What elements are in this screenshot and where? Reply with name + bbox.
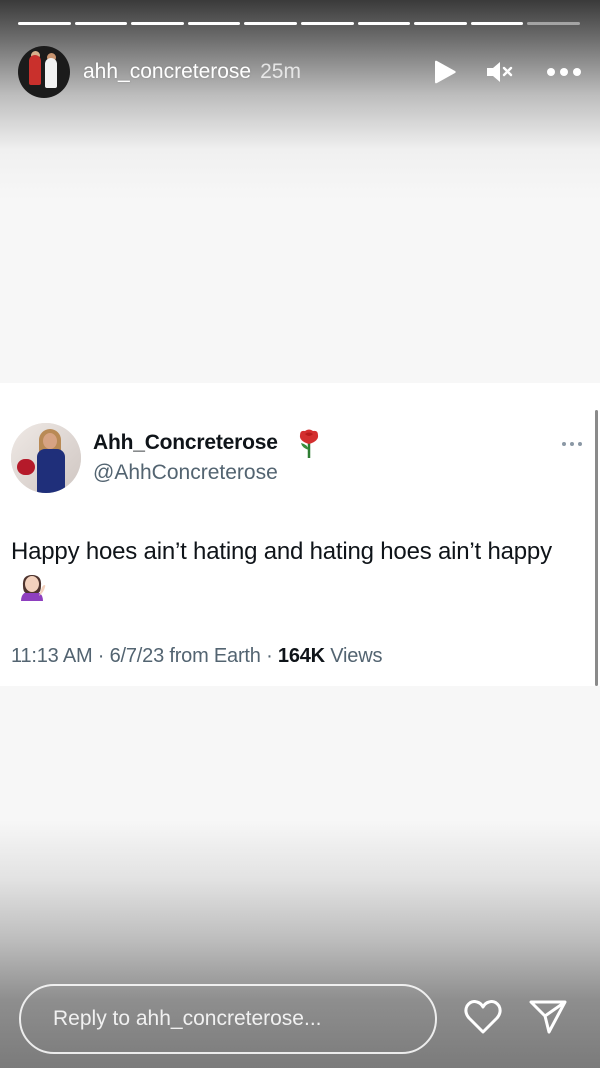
tweet-meta: 11:13 AM · 6/7/23 from Earth · 164K View… [11, 645, 382, 668]
story-username[interactable]: ahh_concreterose [83, 60, 251, 84]
progress-segment [470, 22, 524, 25]
tweet-timestamp: 11:13 AM · 6/7/23 from Earth · [11, 645, 278, 667]
tweet-handle: @AhhConcreterose [93, 461, 278, 484]
tweet-views-count: 164K [277, 645, 325, 667]
progress-segment [18, 22, 71, 25]
rose-emoji-icon [296, 428, 322, 465]
tweet-display-name: Ahh_Concreterose [93, 431, 278, 454]
story-header: ahh_concreterose 25m [18, 46, 582, 98]
tweet-more-icon[interactable] [561, 434, 583, 452]
progress-segment [527, 22, 580, 25]
tweet-text: Happy hoes ain’t hating and hating hoes … [11, 533, 571, 613]
progress-segment [244, 22, 297, 25]
profile-avatar[interactable] [18, 46, 70, 98]
more-options-icon[interactable] [546, 56, 582, 88]
progress-segment [414, 22, 467, 25]
tweet-author-avatar [11, 423, 81, 493]
play-icon[interactable] [430, 56, 462, 88]
send-icon[interactable] [528, 998, 568, 1036]
story-timestamp: 25m [260, 60, 301, 83]
progress-segment [74, 22, 128, 25]
tweet-body: Happy hoes ain’t hating and hating hoes … [11, 538, 552, 565]
progress-segment [300, 22, 354, 25]
progress-segment [187, 22, 241, 25]
progress-segment [357, 22, 411, 25]
story-progress-bar [18, 22, 580, 25]
heart-icon[interactable] [463, 998, 503, 1036]
tweet-views-label: Views [324, 645, 383, 667]
side-indicator [595, 410, 598, 686]
woman-tipping-hand-emoji-icon [17, 572, 47, 613]
mute-icon[interactable] [483, 56, 517, 88]
reply-input[interactable]: Reply to ahh_concreterose... [19, 984, 437, 1054]
progress-segment [131, 22, 184, 25]
reply-placeholder: Reply to ahh_concreterose... [53, 1007, 322, 1030]
